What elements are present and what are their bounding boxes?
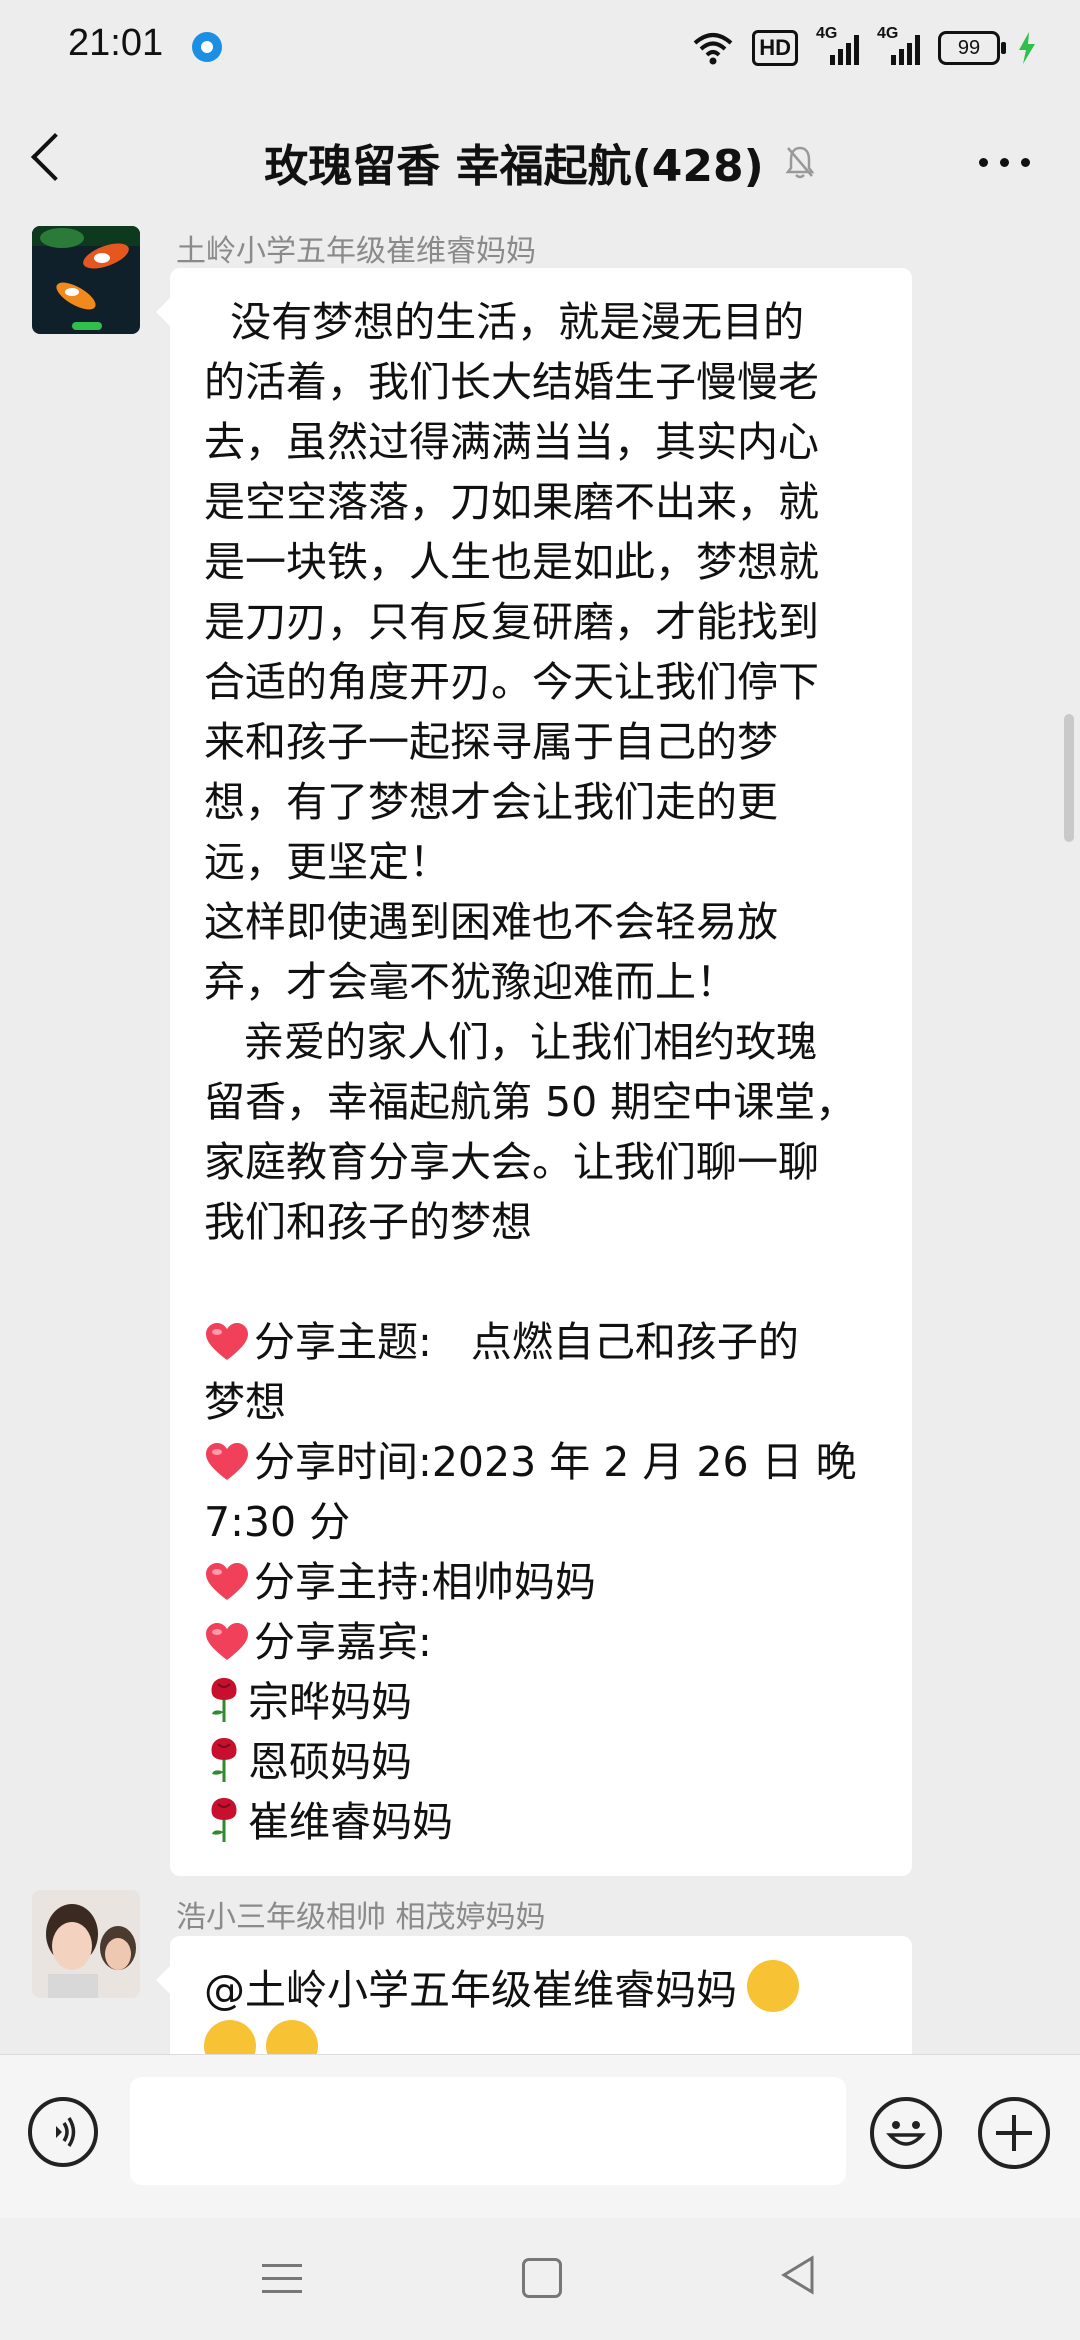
message-line: 没有梦想的生活，就是漫无目的 bbox=[204, 298, 805, 346]
message-text: @土岭小学五年级崔维睿妈妈 bbox=[204, 1960, 882, 2020]
avatar[interactable] bbox=[32, 1890, 140, 1998]
message-line: 这样即使遇到困难也不会轻易放 bbox=[204, 898, 778, 946]
share-info-line: 分享时间:2023 年 2 月 26 日 晚 bbox=[204, 1432, 882, 1492]
message-line: 想，有了梦想才会让我们走的更 bbox=[204, 778, 778, 826]
status-bar: 21:01 HD 4G 4G 99 bbox=[0, 0, 1080, 96]
message-line: 我们和孩子的梦想 bbox=[204, 1198, 532, 1246]
wifi-icon bbox=[693, 33, 733, 65]
chat-header: 玫瑰留香 幸福起航(428) bbox=[0, 96, 1080, 226]
share-info-text: 宗晔妈妈 bbox=[248, 1678, 412, 1726]
hd-badge: HD bbox=[752, 30, 798, 66]
message-line: 远，更坚定！ bbox=[204, 838, 450, 886]
chat-message-list[interactable]: 土岭小学五年级崔维睿妈妈 没有梦想的生活，就是漫无目的 的活着，我们长大结婚生子慢… bbox=[0, 226, 1080, 2054]
message-bubble[interactable]: @土岭小学五年级崔维睿妈妈 bbox=[156, 1936, 912, 2054]
share-info-text: 分享嘉宾: bbox=[254, 1618, 432, 1666]
heart-icon bbox=[204, 1618, 250, 1660]
message-line: 来和孩子一起探寻属于自己的梦 bbox=[204, 718, 778, 766]
share-info-line: 分享嘉宾: bbox=[204, 1612, 882, 1672]
message-line: 是刀刃，只有反复研磨，才能找到 bbox=[204, 598, 819, 646]
share-info-text: 分享时间:2023 年 2 月 26 日 晚 bbox=[254, 1438, 857, 1486]
avatar[interactable] bbox=[32, 226, 140, 334]
message-line: 是一块铁，人生也是如此，梦想就 bbox=[204, 538, 819, 586]
sender-name: 土岭小学五年级崔维睿妈妈 bbox=[176, 234, 536, 269]
rose-icon bbox=[204, 1734, 244, 1784]
sender-name: 浩小三年级相帅 相茂婷妈妈 bbox=[176, 1900, 546, 1935]
rose-icon bbox=[204, 1674, 244, 1724]
message-input[interactable] bbox=[130, 2077, 846, 2185]
face-emoji-icon bbox=[747, 1960, 799, 2012]
voice-input-button[interactable] bbox=[28, 2097, 98, 2167]
message-line: 弃，才会毫不犹豫迎难而上！ bbox=[204, 958, 737, 1006]
message-line: 留香，幸福起航第 50 期空中课堂， bbox=[204, 1078, 857, 1126]
emoji-button[interactable] bbox=[870, 2097, 942, 2169]
signal-icon-2: 4G bbox=[877, 25, 920, 65]
message-line: 亲爱的家人们，让我们相约玫瑰 bbox=[204, 1018, 818, 1066]
status-icons: HD 4G 4G 99 bbox=[692, 25, 1036, 70]
location-icon bbox=[192, 32, 222, 62]
message-line: 家庭教育分享大会。让我们聊一聊 bbox=[204, 1138, 819, 1186]
share-info-list: 分享主题: 点燃自己和孩子的梦想分享时间:2023 年 2 月 26 日 晚 7:… bbox=[204, 1312, 882, 1852]
message-line: 是空空落落，刀如果磨不出来，就 bbox=[204, 478, 819, 526]
signal-icon-1: 4G bbox=[816, 25, 859, 65]
share-info-line: 恩硕妈妈 bbox=[204, 1732, 882, 1792]
more-options-icon[interactable] bbox=[979, 158, 1030, 167]
share-info-text: 7:30 分 bbox=[204, 1498, 351, 1546]
nav-back-icon[interactable] bbox=[778, 2254, 818, 2296]
plus-icon bbox=[996, 2115, 1032, 2151]
share-info-text: 崔维睿妈妈 bbox=[248, 1798, 453, 1846]
share-info-text: 恩硕妈妈 bbox=[248, 1738, 412, 1786]
heart-icon bbox=[204, 1438, 250, 1480]
person-avatar-image bbox=[32, 1890, 140, 1998]
menu-icon[interactable] bbox=[262, 2264, 302, 2303]
mute-bell-icon bbox=[785, 146, 815, 179]
share-info-text: 分享主题: 点燃自己和孩子的 bbox=[254, 1318, 799, 1366]
voice-icon bbox=[56, 2117, 76, 2147]
emoji-line bbox=[204, 2020, 882, 2054]
face-emoji-icon bbox=[266, 2020, 318, 2054]
share-info-text: 梦想 bbox=[204, 1378, 286, 1426]
share-info-line: 7:30 分 bbox=[204, 1492, 882, 1552]
share-info-line: 梦想 bbox=[204, 1372, 882, 1432]
share-info-text: 分享主持:相帅妈妈 bbox=[254, 1558, 596, 1606]
message-bubble[interactable]: 没有梦想的生活，就是漫无目的 的活着，我们长大结婚生子慢慢老 去，虽然过得满满当当，… bbox=[156, 268, 912, 1876]
home-icon[interactable] bbox=[522, 2258, 562, 2298]
input-bar bbox=[0, 2054, 1080, 2219]
message-line: 合适的角度开刃。今天让我们停下 bbox=[204, 658, 819, 706]
share-info-line: 崔维睿妈妈 bbox=[204, 1792, 882, 1852]
smile-icon bbox=[886, 2121, 926, 2146]
battery-icon: 99 bbox=[938, 31, 1006, 65]
share-info-line: 分享主持:相帅妈妈 bbox=[204, 1552, 882, 1612]
chat-title-bar: 玫瑰留香 幸福起航(428) bbox=[0, 130, 1080, 194]
more-functions-button[interactable] bbox=[978, 2097, 1050, 2169]
share-info-line: 宗晔妈妈 bbox=[204, 1672, 882, 1732]
system-nav-bar bbox=[0, 2218, 1080, 2340]
battery-level: 99 bbox=[957, 37, 981, 59]
message-line: 的活着，我们长大结婚生子慢慢老 bbox=[204, 358, 819, 406]
mention-text: @土岭小学五年级崔维睿妈妈 bbox=[204, 1966, 737, 2014]
heart-icon bbox=[204, 1558, 250, 1600]
message-text: 没有梦想的生活，就是漫无目的 的活着，我们长大结婚生子慢慢老 去，虽然过得满满当当，… bbox=[204, 292, 882, 1252]
charging-icon bbox=[1019, 32, 1035, 64]
koi-avatar-image bbox=[32, 226, 140, 334]
rose-icon bbox=[204, 1794, 244, 1844]
scrollbar[interactable] bbox=[1064, 714, 1074, 842]
message-line: 去，虽然过得满满当当，其实内心 bbox=[204, 418, 819, 466]
share-info-line: 分享主题: 点燃自己和孩子的 bbox=[204, 1312, 882, 1372]
status-time: 21:01 bbox=[68, 22, 164, 64]
chat-title: 玫瑰留香 幸福起航(428) bbox=[264, 141, 764, 192]
heart-icon bbox=[204, 1318, 250, 1360]
face-emoji-icon bbox=[204, 2020, 256, 2054]
